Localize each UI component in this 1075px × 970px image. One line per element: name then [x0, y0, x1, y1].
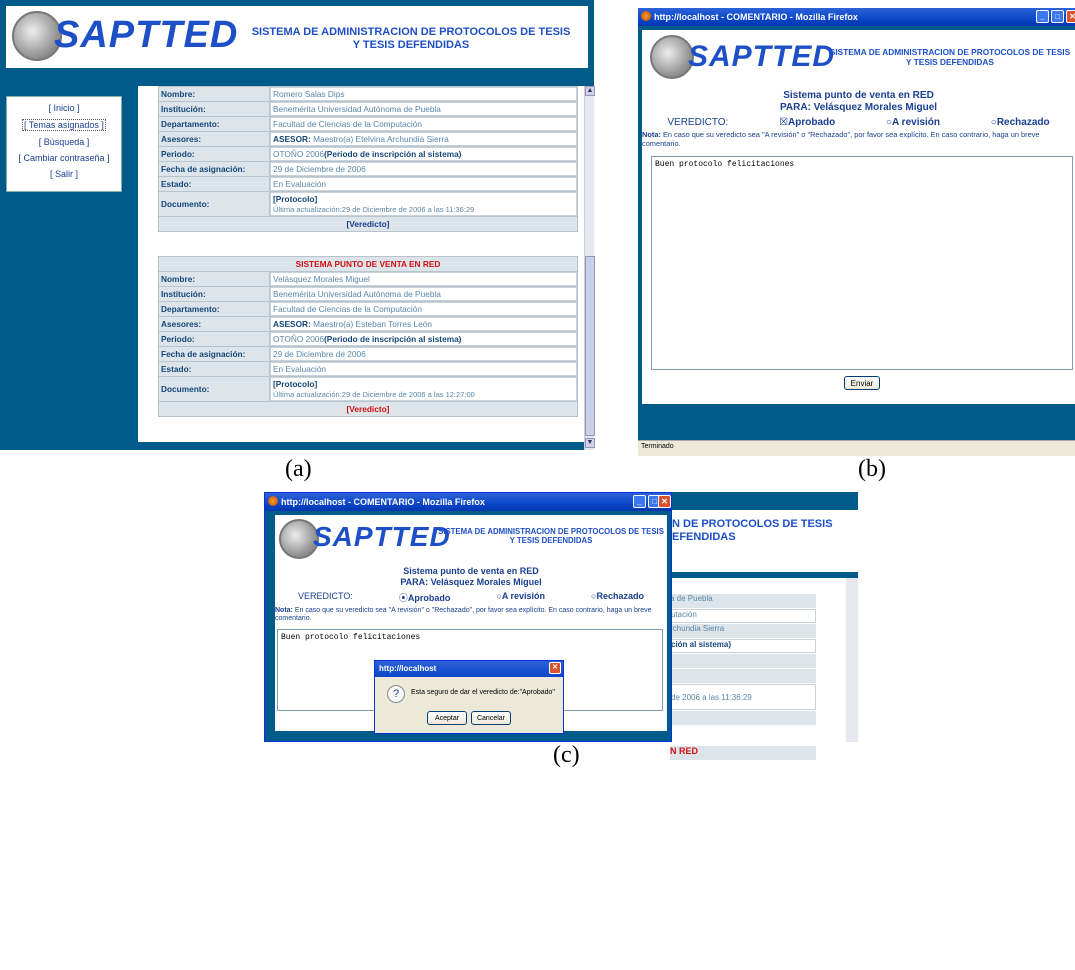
dialog-close-icon[interactable]: ✕: [549, 662, 561, 674]
question-icon: ?: [387, 685, 405, 703]
radio-revision-c[interactable]: ○A revisión: [496, 591, 545, 604]
bg-rows-1: a de Puebla utación rchundia Sierra ción…: [670, 594, 816, 725]
radio-rechazado-c[interactable]: ○Rechazado: [591, 591, 644, 604]
scrollbar[interactable]: ▲ ▼: [584, 86, 595, 450]
veredicto-link-2[interactable]: [Veredicto]: [347, 404, 390, 414]
banner-c: SAPTTED SISTEMA DE ADMINISTRACION DE PRO…: [275, 515, 667, 563]
close-icon[interactable]: ✕: [1066, 10, 1075, 23]
banner-b: SAPTTED SISTEMA DE ADMINISTRACION DE PRO…: [642, 30, 1075, 86]
status-bar: Terminado: [638, 440, 1075, 456]
caption-c: (c): [553, 742, 580, 768]
maximize-icon[interactable]: □: [1051, 10, 1064, 23]
minimize-icon[interactable]: _: [1036, 10, 1049, 23]
caption-b: (b): [858, 456, 886, 482]
bg-content-fragment: a de Puebla utación rchundia Sierra ción…: [670, 578, 848, 760]
menu-item-salir[interactable]: [ Salir ]: [7, 169, 121, 179]
firefox-icon: [641, 11, 651, 21]
panel-b-window: http://localhost - COMENTARIO - Mozilla …: [638, 8, 1075, 456]
accept-button[interactable]: Aceptar: [427, 711, 467, 725]
cancel-button[interactable]: Cancelar: [471, 711, 511, 725]
window-titlebar-c: http://localhost - COMENTARIO - Mozilla …: [265, 493, 671, 511]
menu-item-busqueda[interactable]: [ Búsqueda ]: [7, 137, 121, 147]
scroll-thumb[interactable]: [585, 256, 595, 436]
radio-aprobado[interactable]: ☒Aprobado: [779, 117, 835, 128]
protocolo-link[interactable]: [Protocolo]: [273, 194, 317, 204]
bg-banner-fragment: N DE PROTOCOLOS DE TESIS EFENDIDAS: [670, 510, 858, 572]
content-area: Nombre: Romero Salas Dips Institución: Ben…: [138, 86, 584, 442]
bg-scrollbar: [846, 578, 858, 742]
window-titlebar: http://localhost - COMENTARIO - Mozilla …: [638, 8, 1075, 26]
radio-revision[interactable]: ○A revisión: [886, 117, 940, 128]
comment-textarea[interactable]: Buen protocolo felicitaciones: [651, 156, 1073, 370]
banner: SAPTTED SISTEMA DE ADMINISTRACION DE PRO…: [6, 6, 588, 68]
banner-subtitle: SISTEMA DE ADMINISTRACION DE PROTOCOLOS …: [251, 26, 571, 52]
radio-rechazado[interactable]: ○Rechazado: [991, 117, 1050, 128]
record1-table: Nombre: Romero Salas Dips Institución: Ben…: [158, 86, 578, 232]
minimize-icon[interactable]: _: [633, 495, 646, 508]
close-icon[interactable]: ✕: [658, 495, 671, 508]
record2-title: SISTEMA PUNTO DE VENTA EN RED: [159, 257, 577, 271]
send-button[interactable]: Enviar: [844, 376, 880, 390]
panel-a-screenshot: SAPTTED SISTEMA DE ADMINISTRACION DE PRO…: [0, 0, 595, 450]
caption-a: (a): [285, 456, 312, 482]
side-menu: [ Inicio ] [ Temas asignados ] [ Búsqued…: [6, 96, 122, 192]
menu-item-inicio[interactable]: [ Inicio ]: [7, 103, 121, 113]
dialog-title: http://localhost ✕: [375, 661, 563, 677]
protocolo-link-2[interactable]: [Protocolo]: [273, 379, 317, 389]
confirm-dialog: http://localhost ✕ ? Esta seguro de dar …: [374, 660, 564, 734]
firefox-icon: [268, 496, 278, 506]
record2-table: SISTEMA PUNTO DE VENTA EN RED Nombre: Vel…: [158, 256, 578, 417]
radio-aprobado-c[interactable]: ⦿Aprobado: [399, 591, 451, 604]
veredicto-link-1[interactable]: [Veredicto]: [347, 219, 390, 229]
scroll-up-icon[interactable]: ▲: [585, 86, 595, 96]
scroll-down-icon[interactable]: ▼: [585, 438, 595, 448]
banner-title: SAPTTED: [54, 14, 239, 56]
dialog-message: Esta seguro de dar el veredicto de:"Apro…: [411, 689, 555, 696]
menu-item-temas[interactable]: [ Temas asignados ]: [22, 119, 106, 131]
menu-item-contrasena[interactable]: [ Cambiar contraseña ]: [7, 153, 121, 163]
